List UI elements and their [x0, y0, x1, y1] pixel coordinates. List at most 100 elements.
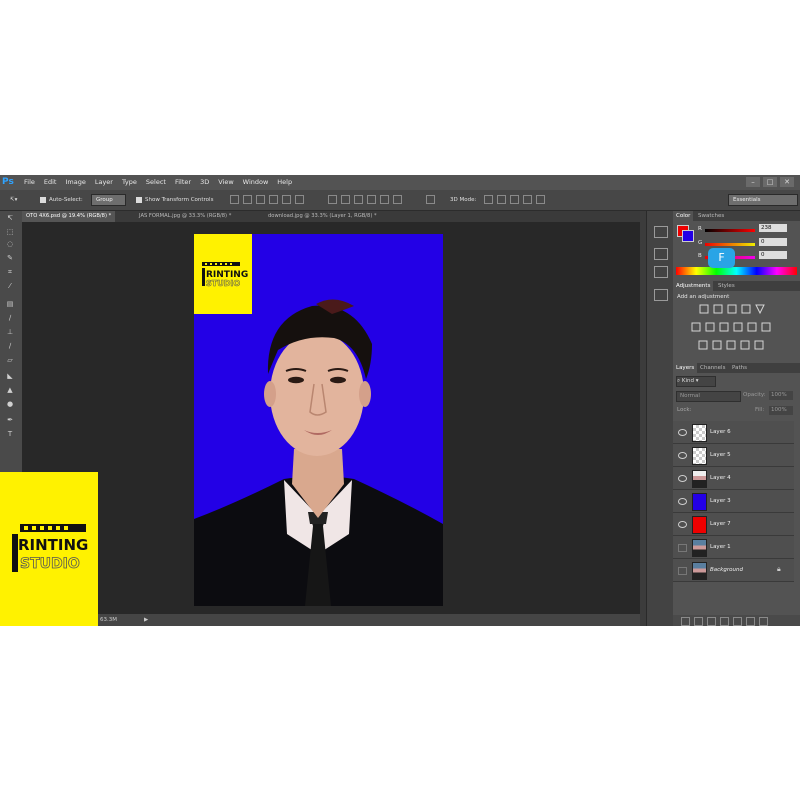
- layer-row[interactable]: Layer 3: [673, 490, 794, 513]
- workspace-dropdown[interactable]: Essentials: [728, 194, 798, 206]
- delete-layer-icon[interactable]: [759, 617, 768, 626]
- history-icon[interactable]: [654, 226, 668, 238]
- menu-layer[interactable]: Layer: [95, 175, 113, 190]
- tab-color[interactable]: Color: [673, 211, 694, 221]
- tab-download[interactable]: download.jpg @ 33.3% (Layer 1, RGB/8) *: [264, 211, 381, 222]
- eyedropper-tool-icon[interactable]: ⁄: [5, 283, 15, 290]
- align-left-icon[interactable]: [269, 195, 278, 204]
- layer-row[interactable]: Layer 4: [673, 467, 794, 490]
- adjustment-layer-icon[interactable]: [720, 617, 729, 626]
- link-layers-icon[interactable]: [681, 617, 690, 626]
- restore-button[interactable]: □: [763, 177, 777, 187]
- channel-g-slider[interactable]: [705, 243, 755, 246]
- layer-mask-icon[interactable]: [707, 617, 716, 626]
- quick-select-tool-icon[interactable]: ✎: [5, 255, 15, 262]
- align-bottom-icon[interactable]: [256, 195, 265, 204]
- lasso-tool-icon[interactable]: ◌: [5, 241, 15, 248]
- 3d-slide-icon[interactable]: [523, 195, 532, 204]
- new-layer-icon[interactable]: [746, 617, 755, 626]
- properties-icon[interactable]: [654, 248, 668, 260]
- distribute-top-icon[interactable]: [328, 195, 337, 204]
- distribute-vcenter-icon[interactable]: [341, 195, 350, 204]
- auto-select-dropdown[interactable]: Group: [91, 194, 126, 206]
- layer-row[interactable]: Layer 6: [673, 421, 794, 444]
- menu-file[interactable]: File: [24, 175, 35, 190]
- distribute-bottom-icon[interactable]: [354, 195, 363, 204]
- clone-stamp-tool-icon[interactable]: ⊥: [5, 329, 15, 336]
- tab-channels[interactable]: Channels: [697, 363, 728, 373]
- 3d-roll-icon[interactable]: [497, 195, 506, 204]
- 3d-pan-icon[interactable]: [510, 195, 519, 204]
- move-tool-icon[interactable]: ↸: [5, 215, 15, 222]
- move-tool-preset-icon[interactable]: ↸▾: [10, 195, 17, 205]
- menu-type[interactable]: Type: [122, 175, 137, 190]
- align-right-icon[interactable]: [295, 195, 304, 204]
- layer-row[interactable]: Layer 1: [673, 536, 794, 559]
- distribute-right-icon[interactable]: [393, 195, 402, 204]
- visibility-off-box[interactable]: [678, 567, 687, 575]
- blend-mode-dropdown[interactable]: Normal: [676, 391, 741, 402]
- color-spectrum-ramp[interactable]: [676, 267, 797, 275]
- menu-filter[interactable]: Filter: [175, 175, 191, 190]
- paint-bucket-tool-icon[interactable]: ◣: [5, 373, 15, 380]
- blur-tool-icon[interactable]: ▲: [5, 387, 15, 394]
- menu-help[interactable]: Help: [277, 175, 292, 190]
- align-vcenter-icon[interactable]: [243, 195, 252, 204]
- align-hcenter-icon[interactable]: [282, 195, 291, 204]
- auto-select-checkbox[interactable]: Auto-Select:: [40, 195, 83, 205]
- auto-align-icon[interactable]: [426, 195, 435, 204]
- background-color-swatch[interactable]: [682, 230, 694, 242]
- channel-g-value[interactable]: 0: [759, 238, 787, 246]
- 3d-scale-icon[interactable]: [536, 195, 545, 204]
- close-button[interactable]: ✕: [780, 177, 794, 187]
- visibility-eye-icon[interactable]: [678, 475, 687, 482]
- layer-style-icon[interactable]: [694, 617, 703, 626]
- pen-tool-icon[interactable]: ✒: [5, 417, 15, 424]
- minimize-button[interactable]: –: [746, 177, 760, 187]
- opacity-input[interactable]: 100%: [769, 391, 793, 400]
- layer-row[interactable]: Layer 7: [673, 513, 794, 536]
- status-arrow-icon[interactable]: ▶: [144, 614, 148, 626]
- visibility-eye-icon[interactable]: [678, 498, 687, 505]
- tab-jas-formal[interactable]: JAS FORMAL.jpg @ 33.3% (RGB/8) *: [135, 211, 235, 222]
- dodge-tool-icon[interactable]: ●: [5, 401, 15, 408]
- menu-image[interactable]: Image: [65, 175, 85, 190]
- eraser-tool-icon[interactable]: ▱: [5, 357, 15, 364]
- show-transform-checkbox[interactable]: Show Transform Controls: [136, 195, 213, 205]
- healing-tool-icon[interactable]: ▤: [5, 301, 15, 308]
- paragraph-icon[interactable]: [654, 289, 668, 301]
- channel-r-value[interactable]: 238: [759, 224, 787, 232]
- align-top-icon[interactable]: [230, 195, 239, 204]
- tab-styles[interactable]: Styles: [715, 281, 738, 291]
- fill-input[interactable]: 100%: [769, 406, 793, 415]
- layer-row[interactable]: Layer 5: [673, 444, 794, 467]
- 3d-rotate-icon[interactable]: [484, 195, 493, 204]
- layer-row[interactable]: Background 🔒︎: [673, 559, 794, 582]
- distribute-hcenter-icon[interactable]: [380, 195, 389, 204]
- info-icon[interactable]: [654, 266, 668, 278]
- tab-layers[interactable]: Layers: [673, 363, 698, 373]
- history-brush-tool-icon[interactable]: ∕: [5, 343, 15, 350]
- brush-tool-icon[interactable]: ∕: [5, 315, 15, 322]
- type-tool-icon[interactable]: T: [5, 431, 15, 438]
- tab-adjustments[interactable]: Adjustments: [673, 281, 714, 291]
- distribute-left-icon[interactable]: [367, 195, 376, 204]
- visibility-eye-icon[interactable]: [678, 521, 687, 528]
- channel-r-slider[interactable]: [705, 229, 755, 232]
- kind-filter-dropdown[interactable]: ⌕ Kind ▾: [676, 376, 716, 387]
- tab-oto-4x6[interactable]: OTO 4X6.psd @ 19.4% (RGB/8) *: [22, 211, 116, 222]
- group-icon[interactable]: [733, 617, 742, 626]
- visibility-eye-icon[interactable]: [678, 452, 687, 459]
- menu-select[interactable]: Select: [146, 175, 166, 190]
- channel-b-value[interactable]: 0: [759, 251, 787, 259]
- tab-paths[interactable]: Paths: [729, 363, 750, 373]
- visibility-eye-icon[interactable]: [678, 429, 687, 436]
- document-canvas[interactable]: RINTING STUDIO: [194, 234, 443, 606]
- floating-f-badge[interactable]: F: [708, 248, 735, 268]
- marquee-tool-icon[interactable]: ⬚: [5, 229, 15, 236]
- visibility-off-box[interactable]: [678, 544, 687, 552]
- menu-view[interactable]: View: [218, 175, 233, 190]
- menu-edit[interactable]: Edit: [44, 175, 57, 190]
- menu-window[interactable]: Window: [243, 175, 269, 190]
- tab-swatches[interactable]: Swatches: [695, 211, 727, 221]
